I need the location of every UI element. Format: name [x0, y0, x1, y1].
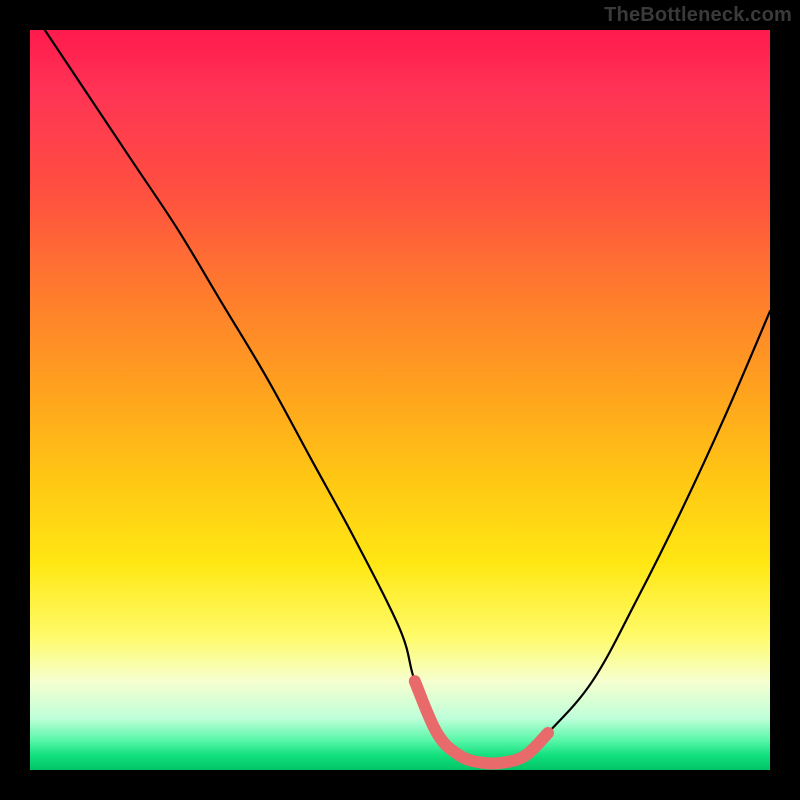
green-zone-highlight-line — [415, 681, 548, 763]
plot-area — [30, 30, 770, 770]
watermark-text: TheBottleneck.com — [604, 4, 792, 27]
bottleneck-curve-line — [45, 30, 770, 764]
chart-container: TheBottleneck.com — [0, 0, 800, 800]
curve-svg — [30, 30, 770, 770]
